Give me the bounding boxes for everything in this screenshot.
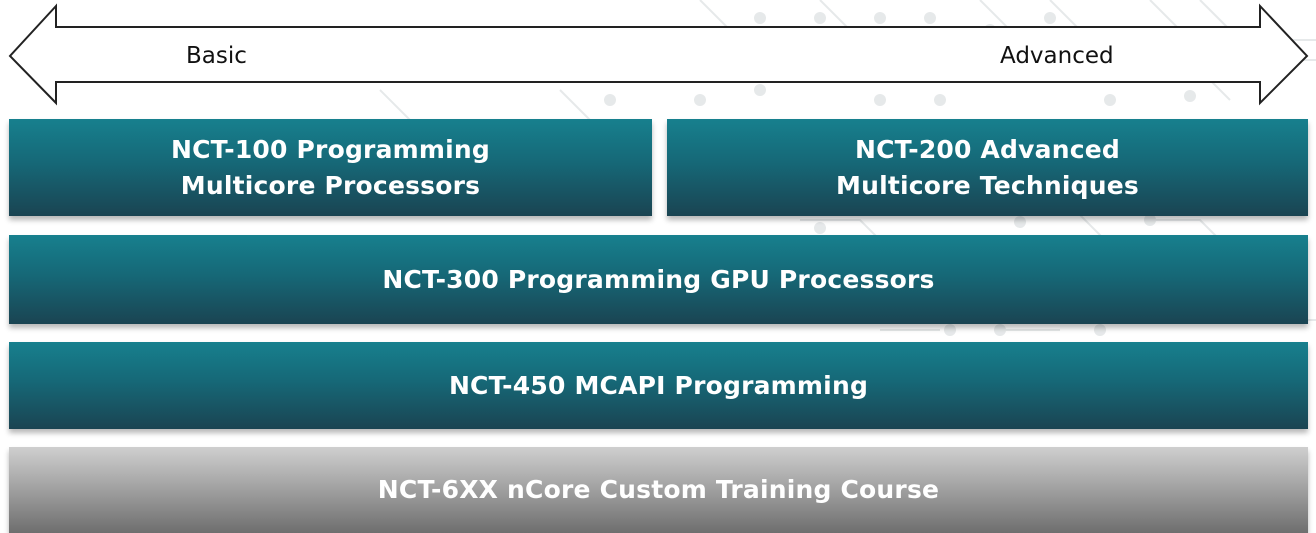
course-nct-6xx-box: NCT-6XX nCore Custom Training Course (9, 447, 1308, 533)
course-nct-200-box: NCT-200 Advanced Multicore Techniques (667, 119, 1308, 216)
scale-label-advanced: Advanced (1000, 43, 1114, 69)
course-title-line: NCT-300 Programming GPU Processors (382, 264, 935, 294)
course-nct-100-box: NCT-100 Programming Multicore Processors (9, 119, 652, 216)
scale-label-basic: Basic (186, 43, 247, 69)
course-title-line: NCT-200 Advanced (855, 134, 1120, 164)
course-nct-300-box: NCT-300 Programming GPU Processors (9, 235, 1308, 324)
course-title-line: Multicore Techniques (836, 170, 1139, 200)
course-title-line: NCT-6XX nCore Custom Training Course (377, 475, 940, 504)
course-title-line: NCT-100 Programming (171, 134, 490, 164)
course-nct-450-box: NCT-450 MCAPI Programming (9, 342, 1308, 429)
course-title-line: NCT-450 MCAPI Programming (448, 370, 869, 400)
course-title-line: Multicore Processors (180, 170, 481, 200)
